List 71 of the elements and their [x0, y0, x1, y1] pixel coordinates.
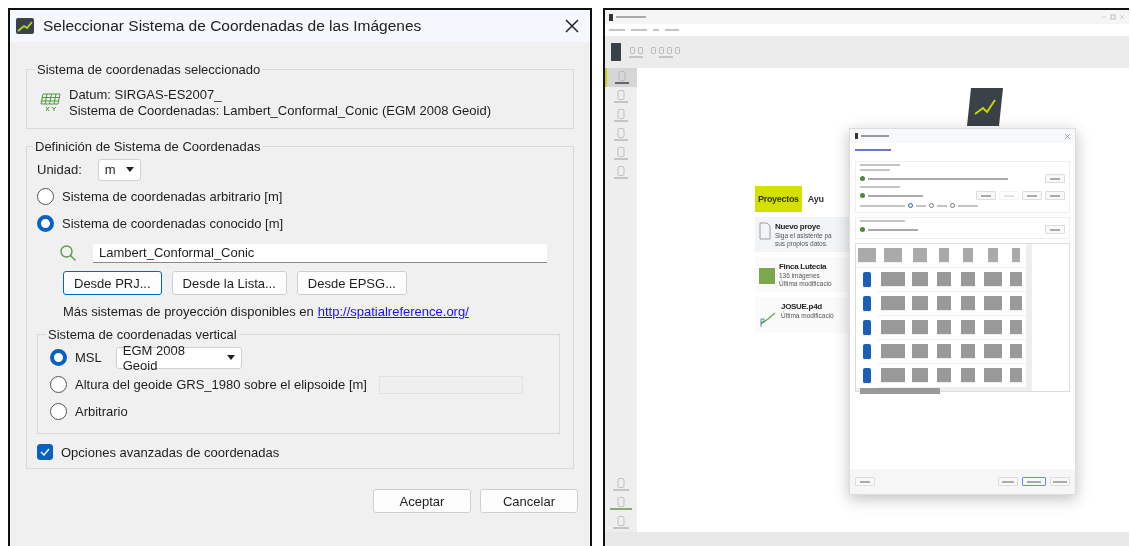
enabled-toggle[interactable]: [863, 272, 871, 288]
window-title: Seleccionar Sistema de Coordenadas de las Imágenes: [43, 17, 423, 35]
source-button[interactable]: Desde la Lista...: [171, 271, 287, 295]
enabled-toggle[interactable]: [863, 296, 871, 312]
next-button[interactable]: [1022, 477, 1046, 486]
app-icon: [609, 13, 613, 21]
option-label: Sistema de coordenadas conocido [m]: [62, 216, 284, 231]
app-logo-icon: [611, 43, 621, 61]
status-dot: [860, 193, 865, 198]
tab[interactable]: Ayu: [804, 186, 827, 212]
radio-button[interactable]: [37, 188, 54, 205]
checkbox-label: Opciones avanzadas de coordenadas: [61, 444, 280, 460]
grid-axes-icon: [39, 91, 61, 114]
option-label: Sistema de coordenadas arbitrario [m]: [62, 189, 283, 204]
card-title: Nuevo proye: [775, 222, 822, 231]
check-icon: [40, 448, 50, 456]
radio-button[interactable]: [929, 203, 934, 208]
status-dot: [860, 227, 865, 232]
dialog-button[interactable]: Cancelar: [480, 489, 578, 513]
help-button[interactable]: [855, 477, 875, 486]
group-title: Sistema de coordenadas vertical: [47, 327, 238, 342]
source-button[interactable]: Desde EPSG...: [296, 271, 407, 295]
info-text: Más sistemas de proyección disponibles en: [63, 304, 314, 319]
app-icon: [855, 133, 858, 139]
radio-button[interactable]: [908, 203, 913, 208]
caret-icon: [125, 167, 134, 172]
sidebar-item[interactable]: [605, 68, 637, 87]
back-button[interactable]: [998, 477, 1018, 486]
card-title: JOSUE.p4d: [781, 302, 823, 311]
option-label: Arbitrario: [75, 404, 128, 419]
option-label: Altura del geoide GRS_1980 sobre el elipsoide [m]: [75, 377, 367, 392]
search-field[interactable]: Lambert_Conformal_Conic: [93, 243, 547, 263]
unit-dropdown[interactable]: m: [97, 158, 141, 181]
photo-placeholder: [759, 268, 775, 284]
field-label: Unidad:: [37, 162, 82, 177]
scrollbar-thumb[interactable]: [860, 388, 940, 394]
option-label: MSL: [75, 350, 102, 365]
cancel-button[interactable]: [1050, 477, 1070, 486]
group-title: Definición de Sistema de Coordenadas: [34, 139, 262, 154]
radio-button[interactable]: [50, 376, 67, 393]
radio-button[interactable]: [50, 403, 67, 420]
close-icon[interactable]: [564, 18, 580, 34]
card-title: Finca Lutecia: [779, 262, 828, 271]
project-logo-icon: [759, 310, 777, 328]
radio-button[interactable]: [37, 215, 54, 232]
radio-button[interactable]: [50, 349, 67, 366]
geolocation-button[interactable]: [1045, 191, 1065, 200]
source-button[interactable]: Desde PRJ...: [63, 271, 162, 295]
brand-logo-icon: [967, 88, 1003, 126]
enabled-toggle[interactable]: [863, 368, 871, 384]
edit-button[interactable]: [1045, 174, 1065, 183]
checkbox[interactable]: [37, 444, 53, 460]
search-icon: [59, 244, 77, 262]
edit-button[interactable]: [1045, 225, 1065, 234]
enabled-toggle[interactable]: [863, 320, 871, 336]
geolocation-button[interactable]: [976, 191, 996, 200]
link[interactable]: http://spatialreference.org/: [317, 304, 469, 319]
app-logo-icon: [16, 17, 34, 35]
geolocation-button[interactable]: [1022, 191, 1042, 200]
radio-button[interactable]: [950, 203, 955, 208]
enabled-toggle[interactable]: [863, 344, 871, 360]
tab[interactable]: Proyectos: [755, 186, 802, 212]
system-text: Sistema de Coordenadas: Lambert_Conformal_Conic (EGM 2008 Geoid): [69, 103, 491, 118]
group-title: Sistema de coordenadas seleccionado: [36, 62, 262, 77]
datum-text: Datum: SIRGAS-ES2007_: [69, 87, 223, 102]
caret-icon: [226, 355, 235, 360]
geoid-dropdown[interactable]: EGM 2008 Geoid: [115, 346, 242, 369]
maximize-icon[interactable]: [1110, 14, 1116, 20]
dialog-button[interactable]: Aceptar: [373, 489, 471, 513]
document-icon: [759, 222, 771, 240]
status-dot: [860, 176, 865, 181]
